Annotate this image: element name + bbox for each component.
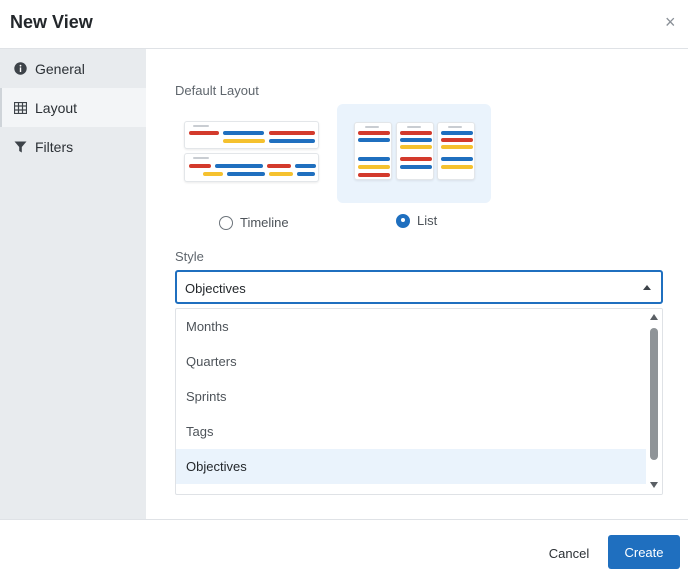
grid-icon <box>13 101 27 115</box>
sidebar-item-general[interactable]: General <box>0 49 146 88</box>
timeline-radio-label: Timeline <box>240 215 289 230</box>
default-layout-label: Default Layout <box>175 83 259 98</box>
style-select[interactable]: Objectives <box>175 270 663 304</box>
sidebar-item-filters[interactable]: Filters <box>0 127 146 166</box>
list-radio-option[interactable]: List <box>396 213 437 228</box>
scroll-thumb[interactable] <box>650 328 658 460</box>
timeline-layout-preview[interactable] <box>184 121 322 185</box>
layout-panel: Default Layout Timeline List Style Objec… <box>146 49 688 520</box>
sidebar-item-label: Filters <box>35 138 74 155</box>
timeline-radio[interactable] <box>219 215 233 230</box>
style-select-value: Objectives <box>185 281 246 296</box>
option-quarters[interactable]: Quarters <box>176 344 646 379</box>
option-tags[interactable]: Tags <box>176 414 646 449</box>
close-icon[interactable]: × <box>665 13 679 31</box>
sidebar-item-label: General <box>35 60 85 77</box>
list-layout-preview[interactable] <box>337 104 491 203</box>
create-button[interactable]: Create <box>608 535 680 569</box>
sidebar-item-label: Layout <box>35 99 78 116</box>
scroll-up-icon[interactable] <box>650 314 658 320</box>
style-dropdown-list: Months Quarters Sprints Tags Objectives <box>175 308 663 495</box>
info-icon <box>13 62 27 76</box>
cancel-button[interactable]: Cancel <box>537 537 601 569</box>
dialog-title: New View <box>10 12 93 32</box>
sidebar-item-layout[interactable]: Layout <box>0 88 146 127</box>
sidebar: General Layout Filters <box>0 49 146 520</box>
option-objectives[interactable]: Objectives <box>176 449 646 484</box>
caret-up-icon <box>643 285 651 290</box>
dialog-header: New View × <box>0 0 688 49</box>
style-label: Style <box>175 249 204 264</box>
list-radio[interactable] <box>396 213 410 228</box>
option-months[interactable]: Months <box>176 309 646 344</box>
dropdown-scrollbar[interactable] <box>646 309 662 494</box>
timeline-radio-option[interactable]: Timeline <box>219 215 289 230</box>
scroll-down-icon[interactable] <box>650 482 658 488</box>
filter-icon <box>13 140 27 154</box>
list-radio-label: List <box>417 213 438 228</box>
dialog-footer: Cancel Create <box>0 519 688 580</box>
option-sprints[interactable]: Sprints <box>176 379 646 414</box>
